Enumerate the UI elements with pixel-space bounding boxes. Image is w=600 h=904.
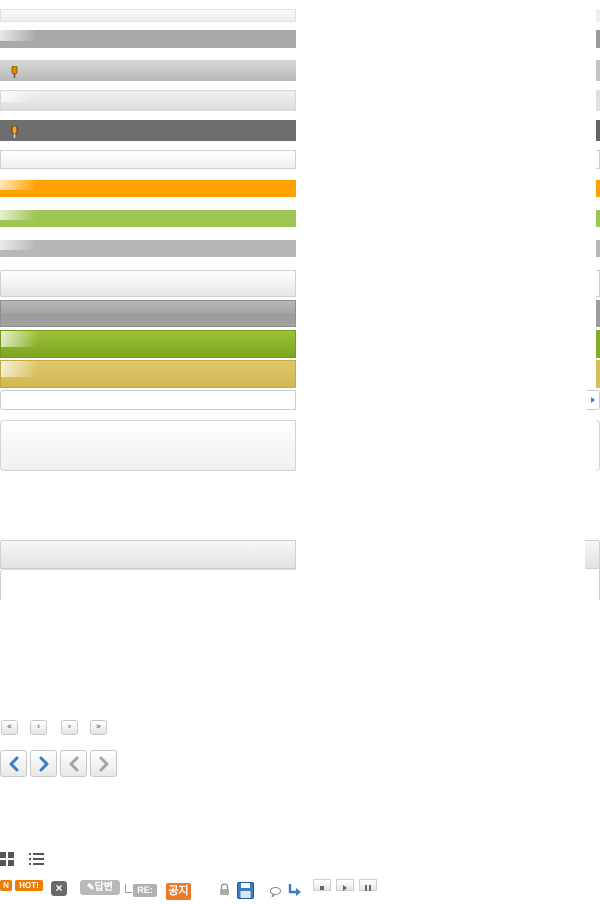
bar-olive-green-cap [596,330,600,358]
play-button[interactable] [336,879,354,891]
nav-next-blue-button[interactable] [30,750,57,777]
reply-badge-label: 답변 [94,882,113,893]
bar-white-6 [0,150,296,169]
pencil-icon: ✎ [87,882,95,892]
bar-light-green-cap [596,210,600,227]
bar-tall-gray-cap [596,300,600,327]
lock-icon [219,883,230,896]
bar-dark-pin-cap [596,120,600,141]
nav-prev-gray-button[interactable] [60,750,87,777]
bar-white-6-cap [596,150,600,169]
list-view-icon[interactable] [29,852,45,866]
stop-button[interactable] [313,879,331,891]
pager-prev-button[interactable]: ‹ [30,720,47,735]
notice-badge: 공지 [166,883,191,900]
reply-badge[interactable]: ✎답변 [80,880,120,895]
bar-gray-9-cap [596,240,600,257]
bar-gray-2-cap [596,30,600,48]
panel-body [0,569,296,600]
pager-next-button[interactable]: › [61,720,78,735]
panel-body-right [596,569,600,600]
bar-tall-light-cap [596,270,600,297]
comment-icon [270,884,281,899]
bar-light-green [0,210,296,227]
grid-view-icon[interactable] [0,852,15,866]
reply-arrow-icon [288,883,301,896]
hot-badge: HOT! [15,880,43,891]
box-large-cap [596,420,600,471]
close-badge[interactable]: × [51,881,67,896]
re-badge: RE: [133,884,157,897]
pager-last-button[interactable]: » [90,720,107,735]
bar-gray-9 [0,240,296,257]
chevron-right-blue-icon [39,756,49,772]
bar-olive-green [0,330,296,358]
pin-icon [10,65,19,78]
nav-next-gray-button[interactable] [90,750,117,777]
pager-first-button[interactable]: « [1,720,18,735]
bar-light-4 [0,90,296,111]
bar-dark-pin [0,120,296,141]
bar-tall-gray [0,300,296,327]
bar-light-1 [0,9,296,22]
play-icon [343,885,347,891]
bar-light-1-cap [596,9,600,22]
chevron-left-gray-icon [69,756,79,772]
bar-white-input [0,390,296,410]
nav-prev-blue-button[interactable] [0,750,27,777]
pause-icon [365,885,371,891]
reply-indent-icon [125,884,132,893]
bar-gray-pin-cap [596,60,600,81]
panel-header [0,540,296,569]
panel-header-cap [585,540,600,569]
pause-button[interactable] [359,879,377,891]
save-icon[interactable] [237,882,254,899]
bar-gold-cap [596,360,600,388]
bar-tall-light [0,270,296,297]
chevron-right-gray-icon [99,756,109,772]
bar-light-4-cap [596,90,600,111]
chevron-left-blue-icon [9,756,19,772]
bar-gray-pin [0,60,296,81]
new-badge: N [0,880,12,891]
pin-icon-light [10,125,19,138]
stop-icon [320,886,324,890]
arrow-right-icon[interactable] [587,390,600,410]
bar-gray-2 [0,30,296,48]
bar-orange-cap [596,180,600,197]
box-large [0,420,296,471]
bar-gold [0,360,296,388]
bar-orange [0,180,296,197]
